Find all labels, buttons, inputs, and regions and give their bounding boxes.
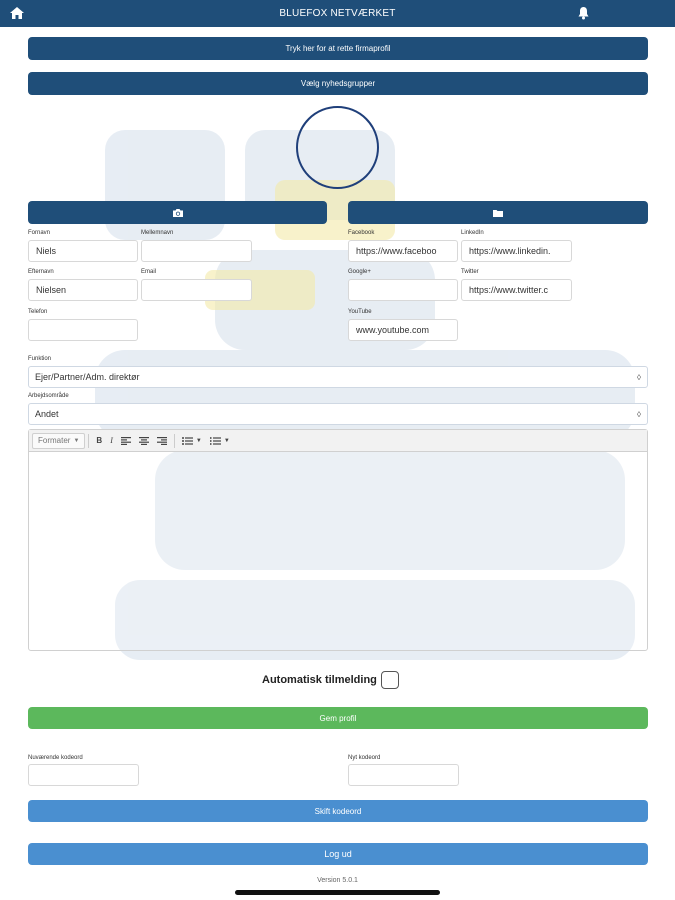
italic-button[interactable]: I bbox=[106, 433, 117, 449]
facebook-input[interactable]: https://www.faceboo bbox=[348, 240, 458, 262]
camera-button[interactable] bbox=[28, 201, 327, 224]
align-center-button[interactable] bbox=[135, 433, 153, 449]
company-profile-button[interactable]: Tryk her for at rette firmaprofil bbox=[28, 37, 648, 60]
efternavn-input[interactable]: Nielsen bbox=[28, 279, 138, 301]
fornavn-label: Fornavn bbox=[28, 230, 51, 236]
save-profile-button[interactable]: Gem profil bbox=[28, 707, 648, 729]
funktion-label: Funktion bbox=[28, 356, 52, 362]
align-left-button[interactable] bbox=[117, 433, 135, 449]
newsgroups-button[interactable]: Vælg nyhedsgrupper bbox=[28, 72, 648, 95]
numbered-list-button[interactable]: ▼ bbox=[206, 433, 234, 449]
youtube-label: YouTube bbox=[348, 309, 372, 315]
new-password-input[interactable] bbox=[348, 764, 459, 786]
app-header: BLUEFOX NETVÆRKET bbox=[0, 0, 675, 27]
home-icon[interactable] bbox=[9, 6, 25, 20]
current-password-input[interactable] bbox=[28, 764, 139, 786]
funktion-select[interactable]: Ejer/Partner/Adm. direktør ◊ bbox=[28, 366, 648, 388]
funktion-value: Ejer/Partner/Adm. direktør bbox=[35, 372, 140, 382]
efternavn-label: Efternavn bbox=[28, 269, 54, 275]
align-left-icon bbox=[120, 436, 131, 445]
bullet-list-icon bbox=[181, 436, 193, 445]
googleplus-label: Google+ bbox=[348, 269, 371, 275]
change-password-button[interactable]: Skift kodeord bbox=[28, 800, 648, 822]
linkedin-input[interactable]: https://www.linkedin. bbox=[461, 240, 572, 262]
align-right-icon bbox=[156, 436, 167, 445]
description-editor[interactable]: Formater ▼ B I ▼ ▼ bbox=[28, 429, 648, 651]
home-indicator bbox=[235, 890, 440, 895]
profile-avatar[interactable] bbox=[296, 106, 379, 189]
googleplus-input[interactable] bbox=[348, 279, 458, 301]
format-label: Formater bbox=[38, 436, 71, 445]
bullet-list-button[interactable]: ▼ bbox=[178, 433, 206, 449]
mellemnavn-label: Mellemnavn bbox=[141, 230, 174, 236]
arbejdsomraade-value: Andet bbox=[35, 409, 59, 419]
select-arrow-icon: ◊ bbox=[637, 373, 641, 382]
email-label: Email bbox=[141, 269, 157, 275]
new-password-label: Nyt kodeord bbox=[348, 755, 381, 761]
folder-button[interactable] bbox=[348, 201, 648, 224]
linkedin-label: LinkedIn bbox=[461, 230, 484, 236]
telefon-label: Telefon bbox=[28, 309, 48, 315]
toolbar-divider bbox=[173, 433, 175, 448]
caret-down-icon: ▼ bbox=[73, 437, 80, 444]
arbejdsomraade-select[interactable]: Andet ◊ bbox=[28, 403, 648, 425]
bell-icon[interactable] bbox=[577, 6, 590, 20]
twitter-input[interactable]: https://www.twitter.c bbox=[461, 279, 572, 301]
youtube-input[interactable]: www.youtube.com bbox=[348, 319, 458, 341]
fornavn-input[interactable]: Niels bbox=[28, 240, 138, 262]
telefon-input[interactable] bbox=[28, 319, 138, 341]
bold-button[interactable]: B bbox=[92, 433, 106, 449]
align-center-icon bbox=[138, 436, 149, 445]
editor-toolbar: Formater ▼ B I ▼ ▼ bbox=[29, 430, 647, 452]
auto-signup-row: Automatisk tilmelding bbox=[262, 670, 399, 690]
auto-signup-label: Automatisk tilmelding bbox=[262, 674, 377, 686]
caret-down-icon: ▼ bbox=[195, 437, 202, 444]
app-title: BLUEFOX NETVÆRKET bbox=[279, 8, 396, 19]
format-dropdown[interactable]: Formater ▼ bbox=[32, 432, 86, 449]
facebook-label: Facebook bbox=[348, 230, 375, 236]
numbered-list-icon bbox=[209, 436, 221, 445]
email-input[interactable] bbox=[141, 279, 252, 301]
camera-icon bbox=[172, 208, 183, 217]
version-text: Version 5.0.1 bbox=[317, 877, 358, 884]
arbejdsomraade-label: Arbejdsområde bbox=[28, 393, 69, 399]
mellemnavn-input[interactable] bbox=[141, 240, 252, 262]
toolbar-divider bbox=[88, 433, 90, 448]
twitter-label: Twitter bbox=[461, 269, 479, 275]
auto-signup-checkbox[interactable] bbox=[380, 671, 399, 689]
folder-icon bbox=[493, 209, 503, 217]
current-password-label: Nuværende kodeord bbox=[28, 755, 83, 761]
select-arrow-icon: ◊ bbox=[637, 410, 641, 419]
logout-button[interactable]: Log ud bbox=[28, 843, 648, 865]
align-right-button[interactable] bbox=[153, 433, 171, 449]
caret-down-icon: ▼ bbox=[223, 437, 230, 444]
